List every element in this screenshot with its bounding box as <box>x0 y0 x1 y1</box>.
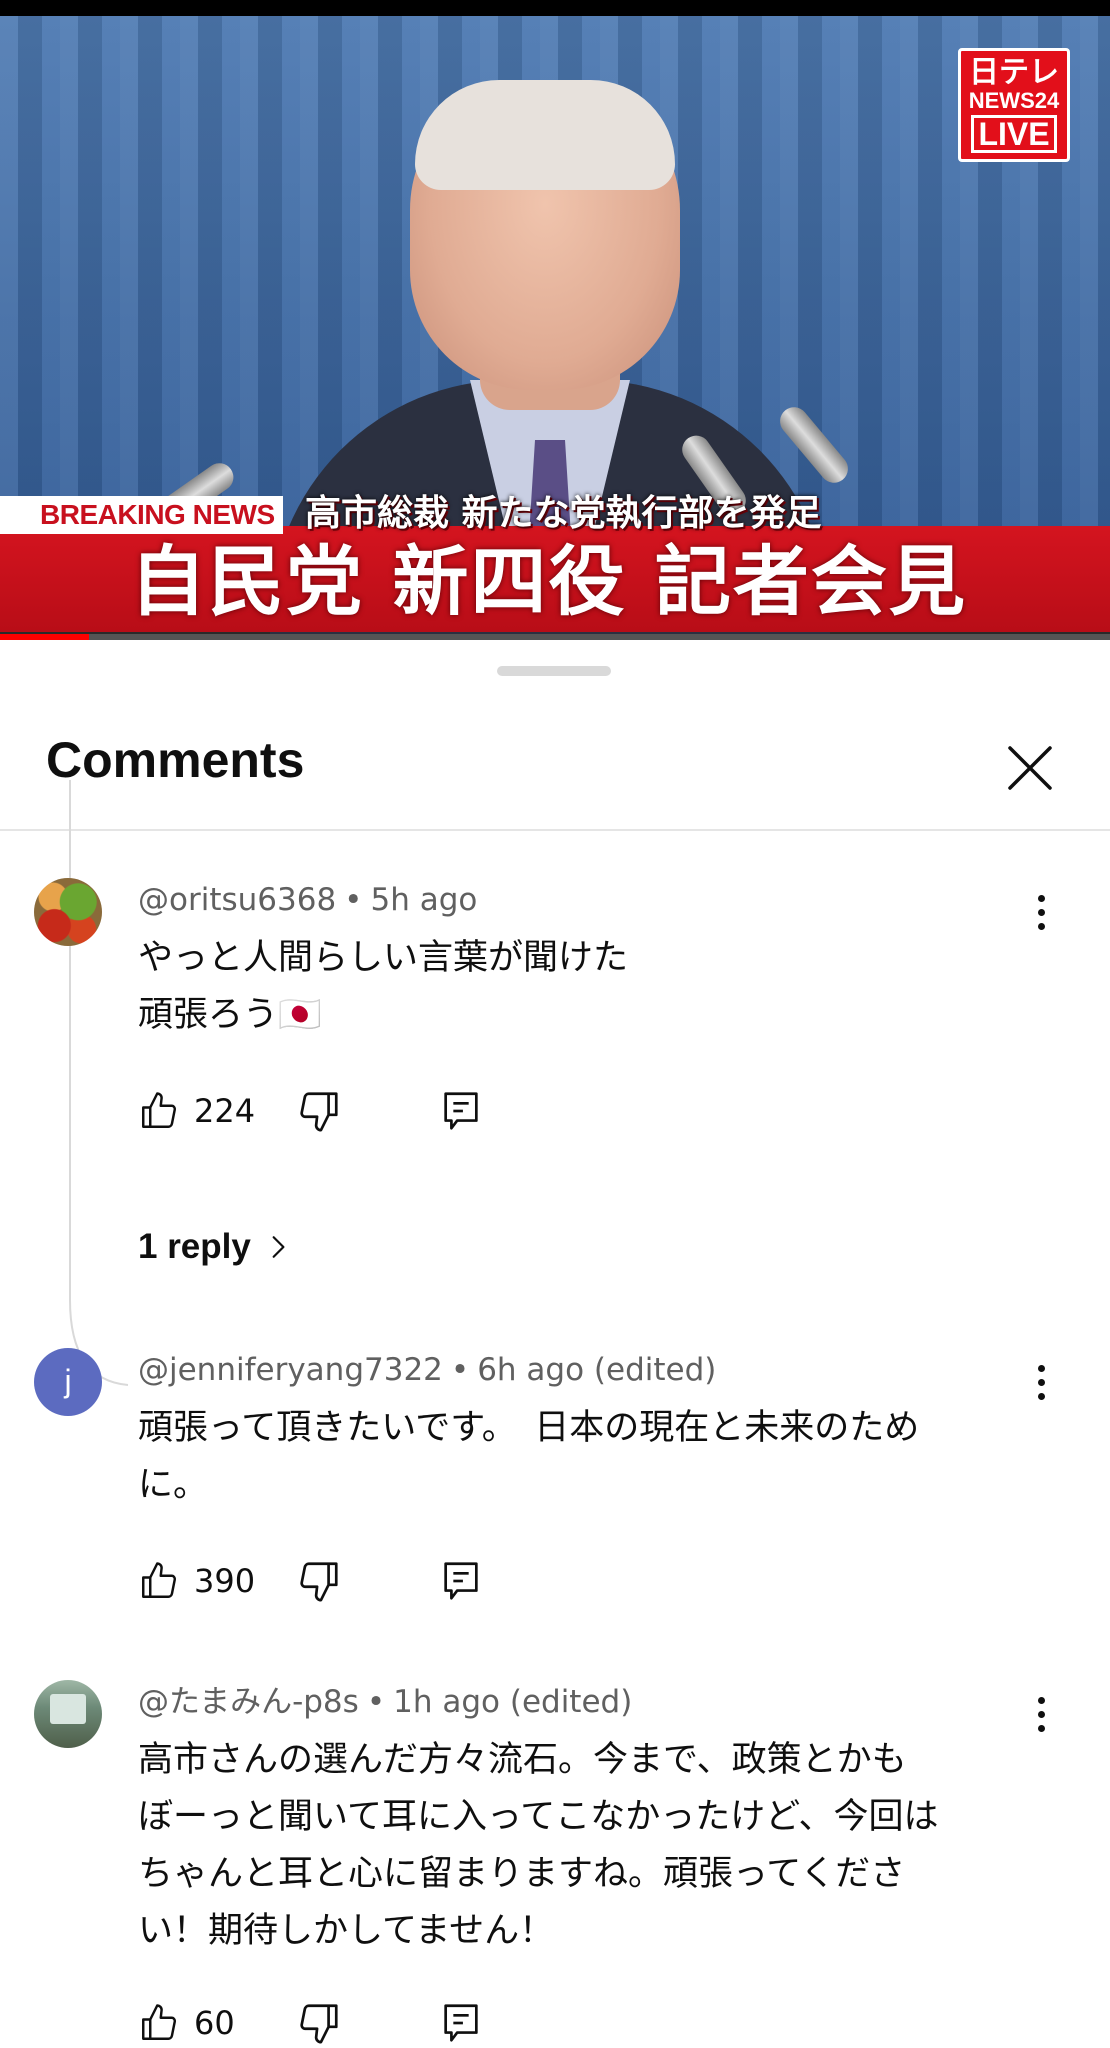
drag-handle[interactable] <box>497 666 611 676</box>
header-divider <box>0 829 1110 831</box>
comment-text: やっと人間らしい言葉が聞けた 頑張ろう🇯🇵 <box>138 930 998 1044</box>
edited-label: (edited) <box>509 1684 633 1720</box>
comment-line: に。 <box>138 1465 209 1505</box>
edited-label: (edited) <box>593 1352 717 1388</box>
reply-icon <box>444 1092 478 1130</box>
thumbs-up-icon <box>142 1092 177 1128</box>
comment-line: やっと人間らしい言葉が聞けた <box>138 938 629 978</box>
comment-meta: @たまみん-p8s • 1h ago (edited) <box>138 1684 633 1720</box>
reply-icon <box>444 2004 478 2042</box>
avatar[interactable] <box>34 1680 102 1748</box>
video-player[interactable]: 日テレ NEWS24 LIVE BREAKING NEWS 高市総裁 新たな党執… <box>0 0 1110 640</box>
comment-meta: @jenniferyang7322 • 6h ago (edited) <box>138 1352 717 1388</box>
comment-author[interactable]: @jenniferyang7322 <box>138 1352 443 1388</box>
comment-line: ぼーっと聞いて耳に入ってこなかったけど、今回は <box>138 1797 939 1837</box>
comment-line: ちゃんと耳と心に留まりますね。頑張ってくださ <box>138 1854 906 1894</box>
headline: 自民党 新四役 記者会見 <box>130 537 967 626</box>
reply-button[interactable] <box>438 1558 484 1604</box>
comment-actions: 60 <box>138 1998 538 2048</box>
replies-label: 1 reply <box>138 1227 251 1266</box>
thumbs-down-icon <box>300 1562 338 1602</box>
breaking-news-label: BREAKING NEWS <box>0 496 283 534</box>
like-count: 390 <box>194 1562 256 1600</box>
comment-text: 高市さんの選んだ方々流石。今まで、政策とかも ぼーっと聞いて耳に入ってこなかった… <box>138 1732 998 1960</box>
comment-time: 6h ago <box>477 1352 585 1388</box>
comment-time: 1h ago <box>393 1684 500 1720</box>
reply-icon <box>444 1562 478 1600</box>
chevron-right-icon <box>272 1236 285 1258</box>
like-button[interactable]: 390 <box>138 1556 255 1606</box>
close-icon <box>1008 746 1052 790</box>
like-button[interactable]: 60 <box>138 1998 235 2048</box>
thumbs-up-icon <box>142 2004 177 2040</box>
channel-logo: 日テレ NEWS24 LIVE <box>958 48 1070 162</box>
thumbs-down-icon <box>300 1092 338 1132</box>
more-options-button[interactable] <box>1016 1684 1066 1744</box>
comment-author[interactable]: @oritsu6368 <box>138 882 336 918</box>
status-strip <box>0 0 1110 16</box>
close-button[interactable] <box>998 736 1062 800</box>
comment-line: 頑張ろう🇯🇵 <box>138 995 322 1035</box>
reply-button[interactable] <box>438 2000 484 2046</box>
comment-line: い！期待しかしてません！ <box>138 1911 555 1951</box>
dislike-button[interactable] <box>296 1558 342 1604</box>
comment-text: 頑張って頂きたいです。 日本の現在と未来のため に。 <box>138 1400 998 1514</box>
avatar[interactable] <box>34 878 102 946</box>
comment-actions: 390 <box>138 1556 538 1606</box>
comment-actions: 224 <box>138 1086 538 1136</box>
thumbs-up-icon <box>142 1562 177 1598</box>
like-button[interactable]: 224 <box>138 1086 255 1136</box>
reply-button[interactable] <box>438 1088 484 1134</box>
logo-live: LIVE <box>971 115 1057 153</box>
more-options-button[interactable] <box>1016 1352 1066 1412</box>
subheadline: 高市総裁 新たな党執行部を発足 <box>305 493 822 534</box>
comment-meta: @oritsu6368 • 5h ago <box>138 882 478 918</box>
like-count: 224 <box>194 1092 256 1130</box>
dislike-button[interactable] <box>296 2000 342 2046</box>
logo-line1: 日テレ <box>969 56 1059 89</box>
comment-author[interactable]: @たまみん-p8s <box>138 1684 359 1720</box>
more-options-button[interactable] <box>1016 882 1066 942</box>
comment-line: 高市さんの選んだ方々流石。今まで、政策とかも <box>138 1740 907 1780</box>
avatar[interactable]: j <box>34 1348 102 1416</box>
comments-sheet: Comments @oritsu6368 • 5h ago やっと人間らしい言葉が聞… <box>0 640 1110 2048</box>
view-replies-link[interactable]: 1 reply <box>138 1222 291 1272</box>
like-count: 60 <box>194 2004 235 2042</box>
thumbs-down-icon <box>300 2004 338 2044</box>
dislike-button[interactable] <box>296 1088 342 1134</box>
logo-line2: NEWS24 <box>968 88 1060 113</box>
comment-time: 5h ago <box>370 882 478 918</box>
comment-line: 頑張って頂きたいです。 日本の現在と未来のため <box>138 1408 920 1448</box>
thread-line <box>69 780 129 1386</box>
